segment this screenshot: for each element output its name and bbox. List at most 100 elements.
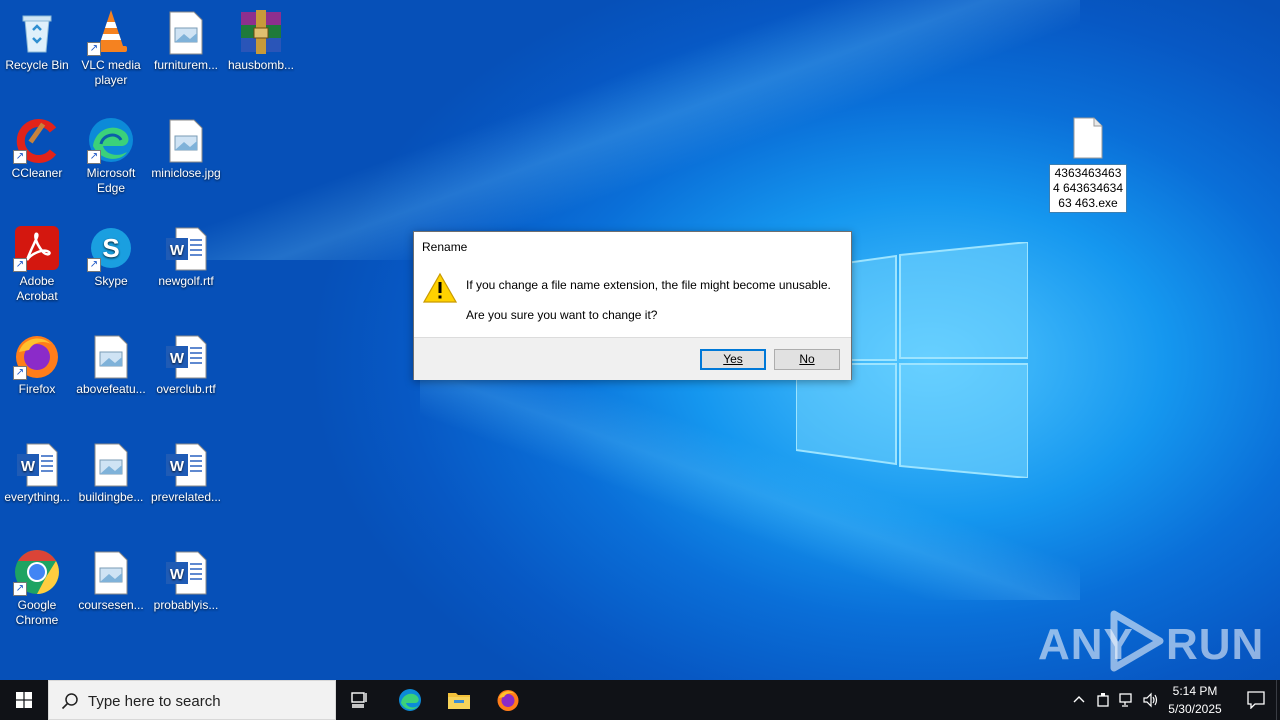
clock-time: 5:14 PM [1172,684,1218,698]
desktop-icon-hausbomb[interactable]: hausbomb... [224,0,298,73]
clock-button[interactable]: 5:14 PM 5/30/2025 [1155,680,1235,720]
image-file-icon [87,548,135,596]
image-file-icon [87,332,135,380]
desktop-icon-label: buildingbe... [78,490,144,504]
start-button[interactable] [0,680,48,720]
light-beam [180,0,1080,260]
tray-device-button[interactable] [1092,680,1114,720]
desktop-icon-skype[interactable]: S ↗ Skype [74,216,148,289]
blank-file-icon [1068,116,1108,160]
shortcut-arrow-icon: ↗ [87,42,101,56]
desktop-icon-newgolf[interactable]: W newgolf.rtf [149,216,223,289]
shortcut-arrow-icon: ↗ [13,582,27,596]
vlc-cone-icon: ↗ [87,8,135,56]
svg-text:W: W [170,242,185,259]
desktop-icon-label: prevrelated... [150,490,222,504]
task-view-icon [351,692,367,708]
warning-icon [423,272,457,303]
desktop-icon-google-chrome[interactable]: ↗ Google Chrome [0,540,74,628]
desktop-icon-vlc[interactable]: ↗ VLC media player [74,0,148,88]
desktop-icon-miniclose[interactable]: miniclose.jpg [149,108,223,181]
task-view-button[interactable] [336,680,384,720]
network-icon [1119,693,1132,707]
notification-icon [1247,691,1265,709]
svg-text:W: W [170,566,185,583]
desktop-icon-label: probablyis... [153,598,219,612]
windows-start-icon [16,692,32,708]
desktop-icon-coursesen[interactable]: coursesen... [74,540,148,613]
microsoft-edge-icon [399,689,421,711]
action-center-button[interactable] [1236,680,1276,720]
desktop-icon-microsoft-edge[interactable]: ↗ Microsoft Edge [74,108,148,196]
desktop-icon-label: abovefeatu... [76,382,146,396]
desktop-icon-label: Firefox [18,382,56,396]
svg-text:W: W [21,458,36,475]
chevron-up-icon [1073,696,1085,703]
ccleaner-icon: ↗ [13,116,61,164]
svg-text:W: W [170,458,185,475]
svg-text:W: W [170,350,185,367]
shortcut-arrow-icon: ↗ [13,366,27,380]
microsoft-edge-icon: ↗ [87,116,135,164]
anyrun-watermark: ANY RUN [1038,608,1263,674]
desktop-icon-firefox[interactable]: ↗ Firefox [0,324,74,397]
desktop-icon-label: everything... [4,490,70,504]
desktop-icon-label: overclub.rtf [156,382,216,396]
desktop-icon-adobe-acrobat[interactable]: ↗ Adobe Acrobat [0,216,74,304]
taskbar-firefox-button[interactable] [484,680,532,720]
taskbar-file-explorer-button[interactable] [435,680,483,720]
desktop-icon-furniturem[interactable]: furniturem... [149,0,223,73]
desktop-icon-buildingbe[interactable]: buildingbe... [74,432,148,505]
desktop-icon-label: CCleaner [11,166,63,180]
show-hidden-icons-button[interactable] [1068,680,1090,720]
word-document-icon: W [162,548,210,596]
dialog-message: If you change a file name extension, the… [466,278,831,292]
svg-text:S: S [102,233,119,263]
desktop-icon-label: newgolf.rtf [158,274,214,288]
firefox-icon [497,690,519,711]
desktop-icon-recycle-bin[interactable]: Recycle Bin [0,0,74,73]
image-file-icon [162,8,210,56]
folder-icon [448,693,470,709]
desktop-icon-overclub[interactable]: W overclub.rtf [149,324,223,397]
no-button[interactable]: No [774,349,840,370]
desktop-icon-abovefeatu[interactable]: abovefeatu... [74,324,148,397]
word-document-icon: W [162,224,210,272]
desktop-icon-label: Skype [94,274,128,288]
desktop-icon-label: Microsoft Edge [86,166,136,195]
tray-network-button[interactable] [1116,680,1138,720]
desktop-icon-label: coursesen... [78,598,144,612]
word-document-icon: W [162,332,210,380]
desktop-icon-label: VLC media player [81,58,141,87]
show-desktop-button[interactable] [1276,680,1280,720]
selected-file-icon[interactable]: 43634634634 64363463463 463.exe [1049,116,1127,213]
desktop-icon-label: furniturem... [153,58,219,72]
taskbar-edge-button[interactable] [386,680,434,720]
desktop-icon-ccleaner[interactable]: ↗ CCleaner [0,108,74,181]
adobe-acrobat-icon: ↗ [13,224,61,272]
watermark-text-right: RUN [1166,620,1265,669]
search-placeholder: Type here to search [88,693,221,710]
google-chrome-icon: ↗ [13,548,61,596]
dialog-title: Rename [422,240,468,254]
yes-button[interactable]: Yes [700,349,766,370]
desktop-icon-label: Recycle Bin [5,58,69,72]
desktop-icon-probablyis[interactable]: W probablyis... [149,540,223,613]
desktop-icon-label: hausbomb... [227,58,295,72]
desktop: Recycle Bin ↗ CCleaner ↗ Adobe Acrobat ↗… [0,0,1280,680]
image-file-icon [162,116,210,164]
desktop-icon-everything[interactable]: W everything... [0,432,74,505]
search-icon [61,693,78,710]
removable-device-icon [1097,693,1109,707]
desktop-icon-label: miniclose.jpg [151,166,221,180]
word-document-icon: W [162,440,210,488]
no-button-label: No [799,352,815,366]
winrar-archive-icon [237,8,285,56]
shortcut-arrow-icon: ↗ [87,258,101,272]
taskbar: Type here to search 5:14 PM 5/30/2025 [0,680,1280,720]
word-document-icon: W [13,440,61,488]
desktop-icon-prevrelated[interactable]: W prevrelated... [149,432,223,505]
file-rename-field[interactable]: 43634634634 64363463463 463.exe [1049,164,1127,213]
taskbar-search-box[interactable]: Type here to search [48,680,336,720]
shortcut-arrow-icon: ↗ [13,150,27,164]
